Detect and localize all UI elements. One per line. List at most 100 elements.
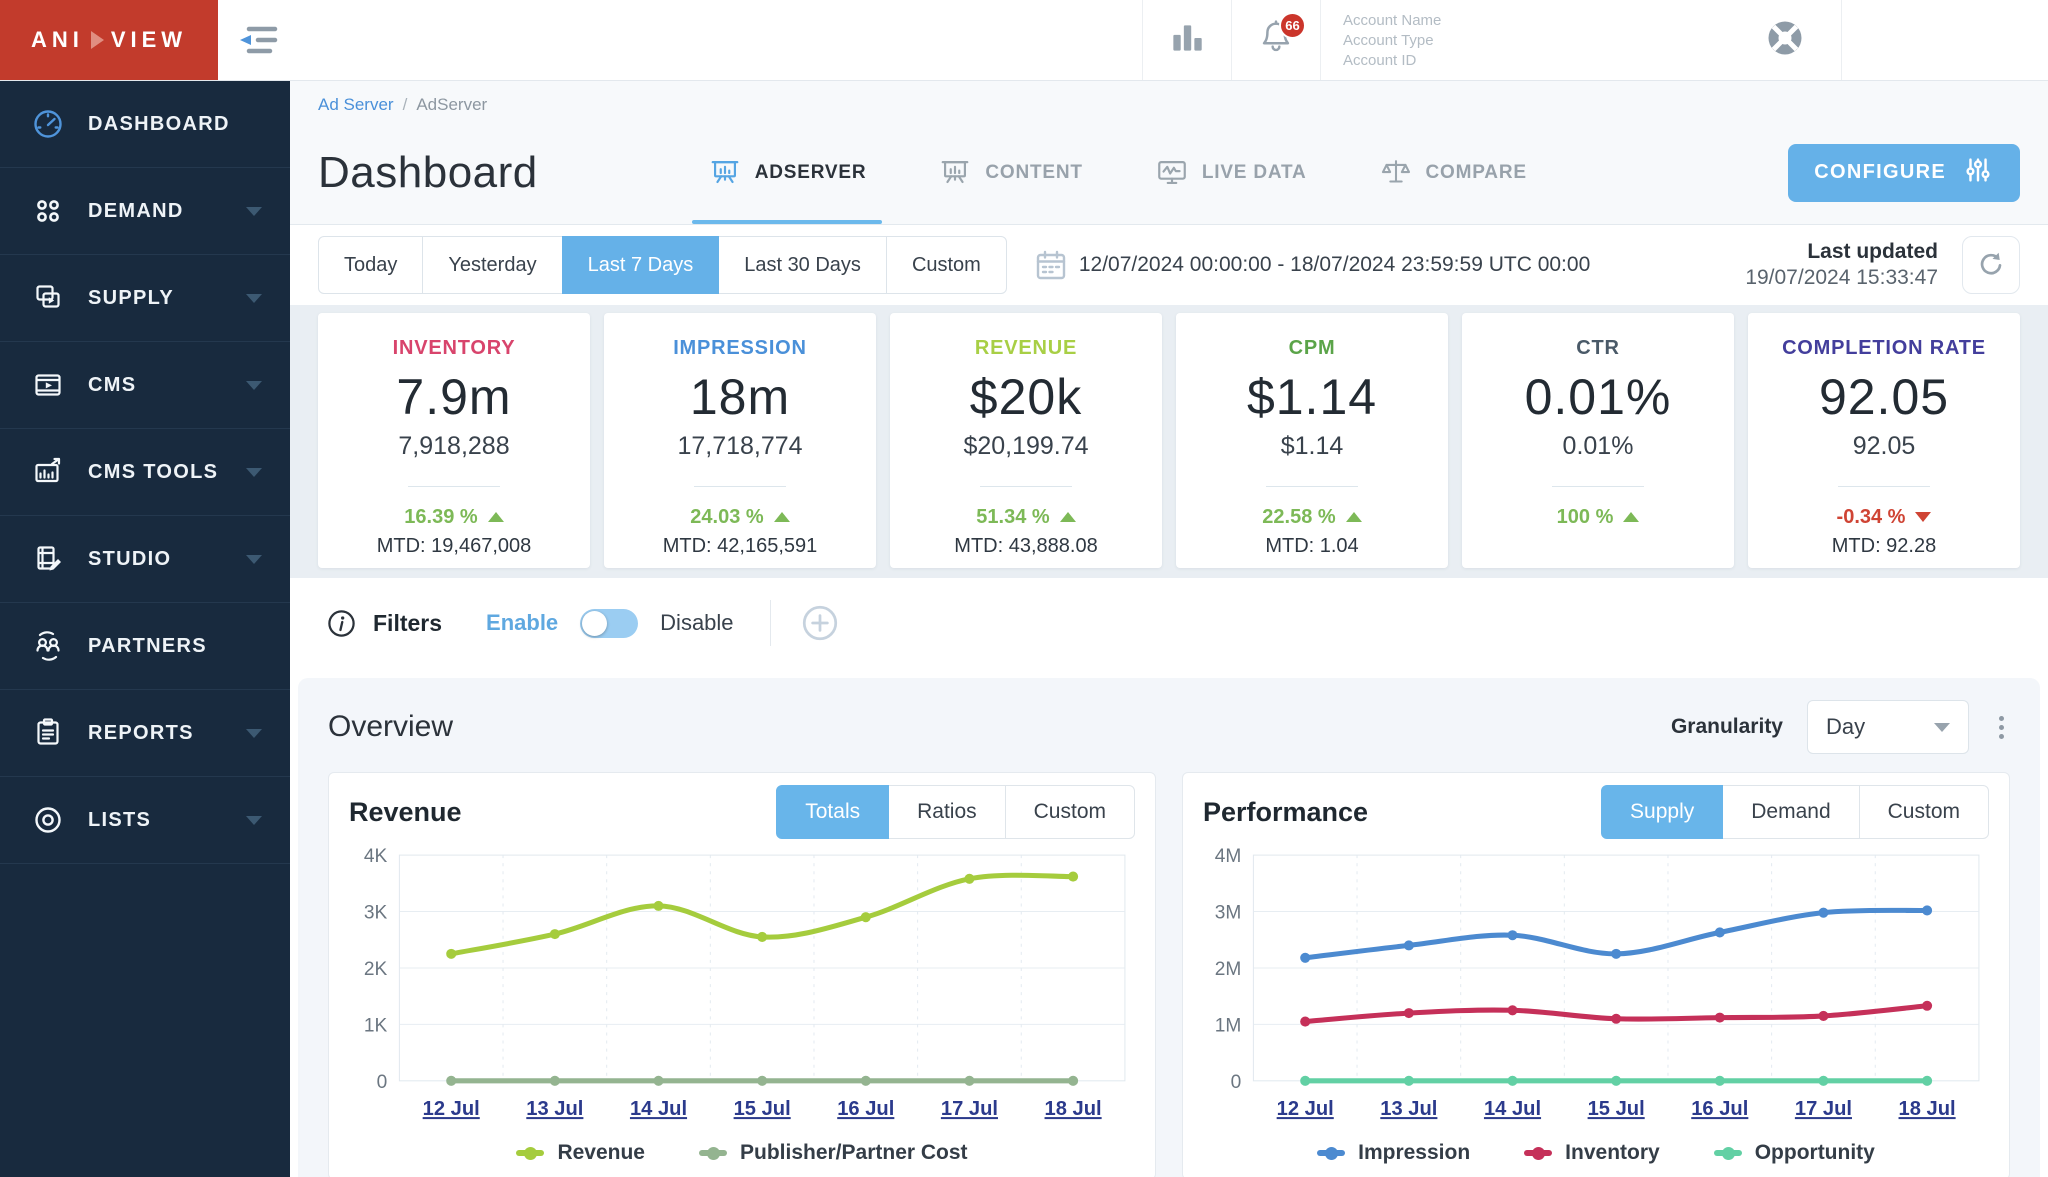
legend-label: Opportunity [1755, 1141, 1875, 1165]
tab-label: LIVE DATA [1202, 162, 1307, 184]
calendar-icon[interactable] [1033, 247, 1069, 283]
chart-mode-supply[interactable]: Supply [1601, 785, 1723, 839]
tab-adserver[interactable]: ADSERVER [708, 121, 867, 224]
chart-mode-custom[interactable]: Custom [1859, 785, 1989, 839]
date-range-text[interactable]: 12/07/2024 00:00:00 - 18/07/2024 23:59:5… [1079, 253, 1590, 277]
kpi-card-revenue[interactable]: REVENUE$20k$20,199.7451.34 %MTD: 43,888.… [890, 313, 1162, 568]
divider [770, 600, 771, 646]
kpi-mtd: MTD: 43,888.08 [954, 535, 1097, 558]
legend-item-publisher-partner-cost[interactable]: Publisher/Partner Cost [699, 1141, 968, 1165]
sidebar-item-label: CMS TOOLS [88, 461, 246, 484]
chart-mode-custom[interactable]: Custom [1005, 785, 1135, 839]
sidebar-item-label: REPORTS [88, 722, 246, 745]
date-preset-last-7-days[interactable]: Last 7 Days [562, 236, 720, 294]
sidebar-nav: DASHBOARD DEMAND SUPPLY CMS CMS TOOLS ST… [0, 81, 290, 864]
chart-mode-buttons: SupplyDemandCustom [1601, 785, 1989, 839]
sidebar-item-supply[interactable]: SUPPLY [0, 255, 290, 342]
chart-mode-buttons: TotalsRatiosCustom [776, 785, 1135, 839]
topbar-gap [1559, 0, 1749, 80]
date-preset-custom[interactable]: Custom [886, 236, 1007, 294]
tab-content[interactable]: CONTENT [938, 121, 1082, 224]
chart-tools-icon [30, 454, 66, 490]
page-title: Dashboard [318, 148, 538, 198]
legend-marker-icon [699, 1150, 727, 1156]
date-preset-yesterday[interactable]: Yesterday [422, 236, 562, 294]
sidebar-item-reports[interactable]: REPORTS [0, 690, 290, 777]
tab-compare[interactable]: COMPARE [1379, 121, 1527, 224]
filters-toggle[interactable] [580, 609, 638, 638]
gauge-icon [30, 106, 66, 142]
analytics-button[interactable] [1143, 0, 1231, 80]
chevron-down-icon [246, 381, 262, 390]
aniview-logo[interactable]: ANIVIEW [0, 0, 218, 80]
chart-mode-demand[interactable]: Demand [1722, 785, 1859, 839]
sidebar-item-lists[interactable]: LISTS [0, 777, 290, 864]
legend-label: Inventory [1565, 1141, 1660, 1165]
kpi-change-value: 16.39 % [404, 506, 477, 529]
dashboard-tabs: ADSERVER CONTENT LIVE DATA COMPARE [708, 121, 1527, 224]
chart-mode-totals[interactable]: Totals [776, 785, 889, 839]
legend-item-inventory[interactable]: Inventory [1524, 1141, 1660, 1165]
kpi-change: 16.39 % [404, 506, 503, 528]
topbar-gap [1842, 0, 2048, 80]
last-updated: Last updated 19/07/2024 15:33:47 [1745, 240, 1938, 290]
kebab-menu-icon[interactable] [1993, 710, 2010, 745]
overview-wrapper: Overview Granularity Day RevenueTotalsRa… [290, 668, 2048, 1177]
arrow-up-icon [1623, 512, 1639, 522]
divider [1266, 486, 1358, 487]
sidebar-item-cms-tools[interactable]: CMS TOOLS [0, 429, 290, 516]
svg-text:1M: 1M [1215, 1015, 1242, 1036]
tab-live-data[interactable]: LIVE DATA [1155, 121, 1307, 224]
filters-enable-label[interactable]: Enable [486, 610, 558, 636]
date-preset-last-30-days[interactable]: Last 30 Days [718, 236, 887, 294]
legend-marker-icon [1317, 1150, 1345, 1156]
breadcrumb-link[interactable]: Ad Server [318, 95, 394, 114]
legend-item-revenue[interactable]: Revenue [516, 1141, 645, 1165]
configure-button[interactable]: CONFIGURE [1788, 144, 2020, 202]
kpi-card-cpm[interactable]: CPM$1.14$1.1422.58 %MTD: 1.04 [1176, 313, 1448, 568]
kpi-sub-value: 0.01% [1563, 432, 1634, 461]
chevron-down-icon [1934, 723, 1950, 732]
kpi-card-inventory[interactable]: INVENTORY7.9m7,918,28816.39 %MTD: 19,467… [318, 313, 590, 568]
kpi-value: 7.9m [396, 368, 511, 426]
sidebar-item-demand[interactable]: DEMAND [0, 168, 290, 255]
kpi-card-completion-rate[interactable]: COMPLETION RATE92.0592.05-0.34 %MTD: 92.… [1748, 313, 2020, 568]
account-info[interactable]: Account Name Account Type Account ID [1321, 0, 1559, 80]
play-icon [91, 31, 104, 49]
scale-icon [1379, 156, 1413, 190]
kpi-sub-value: 17,718,774 [677, 432, 802, 461]
sidebar-item-label: DASHBOARD [88, 113, 262, 136]
sidebar-item-partners[interactable]: PARTNERS [0, 603, 290, 690]
granularity-select[interactable]: Day [1807, 700, 1969, 754]
svg-text:16 Jul: 16 Jul [1691, 1098, 1748, 1120]
kpi-value: 18m [690, 368, 790, 426]
chart-mode-ratios[interactable]: Ratios [888, 785, 1006, 839]
legend-item-impression[interactable]: Impression [1317, 1141, 1470, 1165]
date-preset-today[interactable]: Today [318, 236, 423, 294]
logo-text-right: VIEW [111, 27, 187, 53]
sidebar-collapse-icon[interactable] [236, 23, 282, 57]
svg-text:14 Jul: 14 Jul [630, 1098, 687, 1120]
svg-text:4M: 4M [1215, 846, 1242, 867]
account-type: Account Type [1343, 32, 1537, 49]
kpi-card-ctr[interactable]: CTR0.01%0.01%100 % [1462, 313, 1734, 568]
sidebar-item-label: DEMAND [88, 200, 246, 223]
add-filter-button[interactable] [799, 602, 841, 644]
kpi-card-impression[interactable]: IMPRESSION18m17,718,77424.03 %MTD: 42,16… [604, 313, 876, 568]
notifications-button[interactable]: 66 [1232, 0, 1320, 80]
sidebar-item-dashboard[interactable]: DASHBOARD [0, 81, 290, 168]
svg-text:2M: 2M [1215, 959, 1242, 980]
filters-disable-label[interactable]: Disable [660, 610, 733, 636]
help-button[interactable] [1749, 0, 1821, 80]
sidebar-item-studio[interactable]: STUDIO [0, 516, 290, 603]
refresh-button[interactable] [1962, 236, 2020, 294]
svg-text:3K: 3K [364, 903, 388, 924]
svg-text:2K: 2K [364, 959, 388, 980]
kpi-change-value: 51.34 % [976, 506, 1049, 529]
legend-item-opportunity[interactable]: Opportunity [1714, 1141, 1875, 1165]
kpi-mtd: MTD: 1.04 [1265, 535, 1358, 558]
breadcrumb-separator: / [403, 95, 408, 114]
sidebar-item-cms[interactable]: CMS [0, 342, 290, 429]
kpi-value: $20k [970, 368, 1082, 426]
info-icon[interactable] [326, 608, 357, 639]
